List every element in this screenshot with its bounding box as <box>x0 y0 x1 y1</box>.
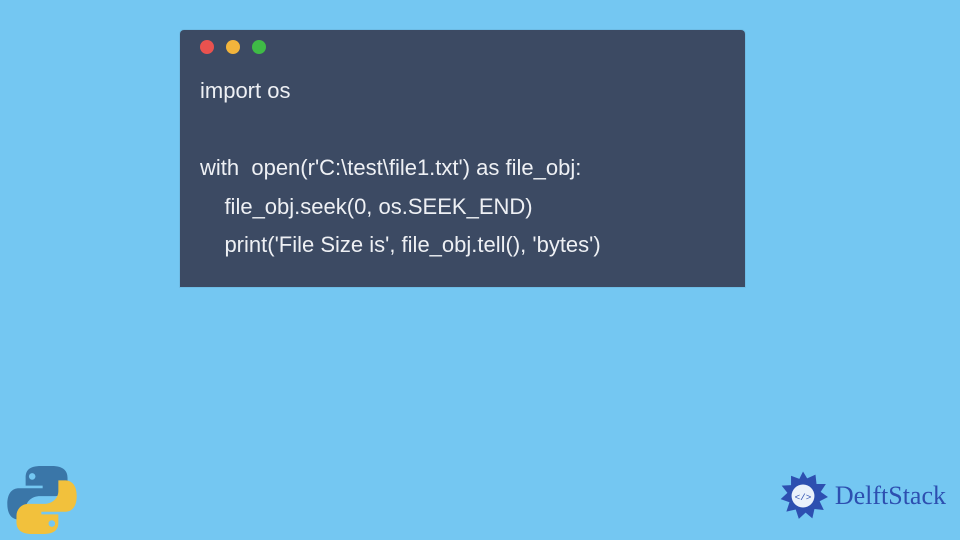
code-line: file_obj.seek(0, os.SEEK_END) <box>200 194 533 219</box>
delftstack-brand-name: DelftStack <box>835 481 946 511</box>
code-line: print('File Size is', file_obj.tell(), '… <box>200 232 601 257</box>
code-line: with open(r'C:\test\file1.txt') as file_… <box>200 155 581 180</box>
code-block: import os with open(r'C:\test\file1.txt'… <box>180 64 745 287</box>
svg-text:</>: </> <box>794 492 811 503</box>
python-logo-icon <box>6 464 78 536</box>
window-titlebar <box>180 30 745 64</box>
delftstack-brand: </> DelftStack <box>777 470 946 522</box>
zoom-icon[interactable] <box>252 40 266 54</box>
minimize-icon[interactable] <box>226 40 240 54</box>
close-icon[interactable] <box>200 40 214 54</box>
page-canvas: import os with open(r'C:\test\file1.txt'… <box>0 0 960 540</box>
code-line: import os <box>200 78 290 103</box>
delftstack-logo-icon: </> <box>777 470 829 522</box>
code-window: import os with open(r'C:\test\file1.txt'… <box>180 30 745 287</box>
